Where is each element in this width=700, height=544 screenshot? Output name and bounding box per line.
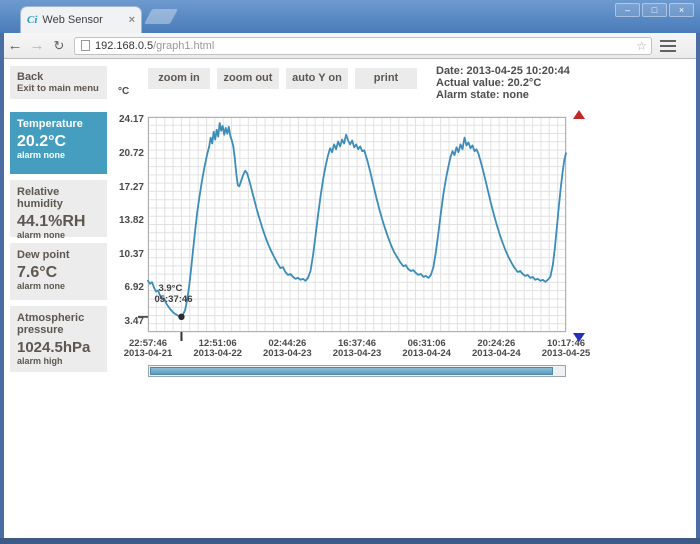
temperature-chart[interactable]: 3.9°C 05:37:46 xyxy=(138,116,567,341)
y-tick-label: 10.37 xyxy=(118,248,144,260)
channel-alarm: alarm high xyxy=(17,356,63,366)
reading-info: Date: 2013-04-25 10:20:44 Actual value: … xyxy=(436,65,570,101)
web-sensor-page: Back Exit to main menu Temperature 20.2°… xyxy=(4,59,696,538)
sidebar-item-humidity[interactable]: Relative humidity 44.1%RH alarm none xyxy=(10,180,107,240)
menu-icon[interactable] xyxy=(660,39,676,52)
x-tick-label: 22:57:46 2013-04-21 xyxy=(123,338,173,359)
browser-window: Ci Web Sensor × – □ × ← → ↻ 192.168.0.5 … xyxy=(0,0,700,544)
info-value: Actual value: 20.2°C xyxy=(436,77,542,89)
sidebar-item-back[interactable]: Back Exit to main menu xyxy=(10,66,107,99)
min-point-marker xyxy=(178,313,185,321)
chart-plot-area[interactable]: 3.9°C05:37:46 xyxy=(138,116,567,341)
window-frame xyxy=(696,33,700,538)
chart-scrollbar-thumb[interactable] xyxy=(150,367,553,375)
window-controls: – □ × xyxy=(615,3,694,17)
min-annotation-time: 05:37:46 xyxy=(154,294,192,305)
channel-value: 44.1%RH xyxy=(17,213,86,230)
min-annotation-value: 3.9°C xyxy=(158,283,182,294)
new-tab-button[interactable] xyxy=(144,9,178,24)
channel-label: Dew point xyxy=(17,249,70,261)
address-bar[interactable]: 192.168.0.5 /graph1.html ☆ xyxy=(74,36,652,55)
browser-tab[interactable]: Ci Web Sensor × xyxy=(20,6,142,33)
x-tick-label: 02:44:26 2013-04-23 xyxy=(263,338,312,359)
back-icon[interactable]: ← xyxy=(4,37,26,54)
channel-label: Atmospheric pressure xyxy=(17,312,85,336)
y-tick-label: 24.17 xyxy=(118,114,144,126)
tab-title: Web Sensor xyxy=(42,14,103,26)
auto-y-button[interactable]: auto Y on xyxy=(286,68,348,89)
channel-alarm: alarm none xyxy=(17,230,66,240)
channel-alarm: alarm none xyxy=(17,281,66,291)
minimize-button[interactable]: – xyxy=(615,3,640,17)
url-path: /graph1.html xyxy=(153,39,215,52)
sidebar-item-dew-point[interactable]: Dew point 7.6°C alarm none xyxy=(10,243,107,300)
y-tick-label: 3.47 xyxy=(124,316,144,327)
sidebar-item-temperature[interactable]: Temperature 20.2°C alarm none xyxy=(10,112,107,174)
page-icon xyxy=(81,40,90,51)
x-tick-label: 16:37:46 2013-04-23 xyxy=(332,338,382,359)
x-tick-label: 12:51:06 2013-04-22 xyxy=(193,338,242,359)
forward-icon: → xyxy=(29,37,45,54)
channel-value: 7.6°C xyxy=(17,264,58,281)
sidebar-item-pressure[interactable]: Atmospheric pressure 1024.5hPa alarm hig… xyxy=(10,306,107,372)
back-sublabel: Exit to main menu xyxy=(17,83,99,94)
y-tick-label: 17.27 xyxy=(118,181,144,193)
pan-up-icon[interactable] xyxy=(573,110,585,119)
tab-close-icon[interactable]: × xyxy=(129,14,135,26)
channel-alarm: alarm none xyxy=(17,150,66,160)
info-date: Date: 2013-04-25 10:20:44 xyxy=(436,65,570,77)
x-tick-label: 10:17:46 2013-04-25 xyxy=(541,338,591,359)
y-axis-unit: °C xyxy=(118,86,130,97)
maximize-button[interactable]: □ xyxy=(642,3,667,17)
url-host: 192.168.0.5 xyxy=(95,39,154,52)
y-tick-label: 20.72 xyxy=(118,148,144,159)
back-label: Back xyxy=(17,71,44,83)
x-tick-label: 20:24:26 2013-04-24 xyxy=(472,338,521,359)
y-tick-label: 13.82 xyxy=(118,215,144,227)
channel-value: 20.2°C xyxy=(17,133,67,150)
print-button[interactable]: print xyxy=(355,68,417,89)
channel-value: 1024.5hPa xyxy=(17,339,91,356)
x-tick-label: 06:31:06 2013-04-24 xyxy=(402,338,451,359)
y-tick-label: 6.92 xyxy=(124,282,144,294)
browser-toolbar: ← → ↻ 192.168.0.5 /graph1.html ☆ xyxy=(4,33,696,59)
info-alarm: Alarm state: none xyxy=(436,89,529,101)
pan-down-icon[interactable] xyxy=(573,333,585,342)
browser-titlebar: Ci Web Sensor × – □ × xyxy=(0,0,700,33)
zoom-out-button[interactable]: zoom out xyxy=(217,68,279,89)
channel-label: Relative humidity xyxy=(17,186,63,210)
favicon-logo: Ci xyxy=(27,14,38,26)
close-button[interactable]: × xyxy=(669,3,694,17)
window-frame xyxy=(0,538,700,544)
chart-scrollbar[interactable] xyxy=(148,365,566,377)
zoom-in-button[interactable]: zoom in xyxy=(148,68,210,89)
bookmark-star-icon[interactable]: ☆ xyxy=(636,39,647,53)
channel-label: Temperature xyxy=(17,118,83,130)
reload-icon[interactable]: ↻ xyxy=(48,38,70,54)
